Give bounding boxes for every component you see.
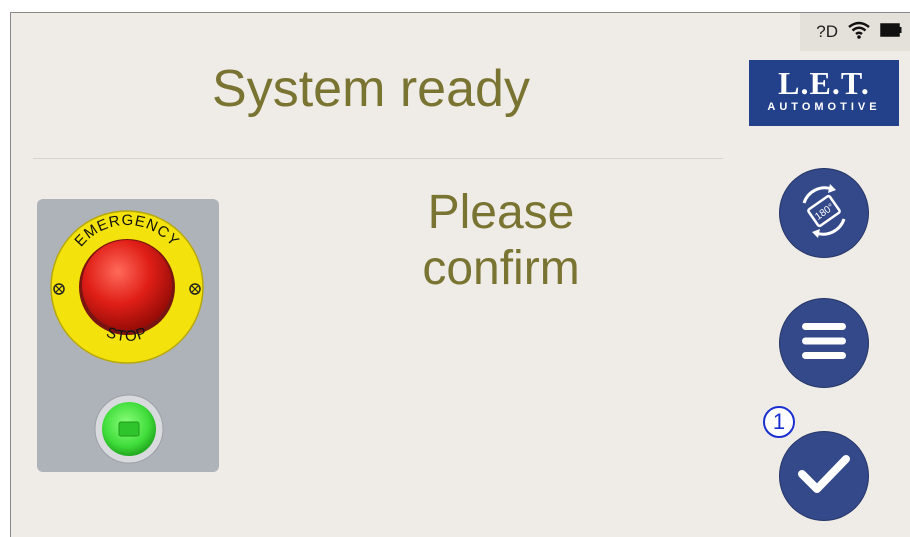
rotate-180-icon: 180°	[794, 181, 854, 246]
logo-brand-text: L.E.T.	[778, 65, 870, 101]
hardware-panel-image: EMERGENCY STOP	[37, 199, 219, 472]
message-line-2: confirm	[422, 242, 580, 295]
wifi-icon	[848, 21, 870, 44]
page-title: System ready	[212, 60, 530, 118]
logo-sub-text: AUTOMOTIVE	[767, 101, 881, 113]
status-bar: ?D	[800, 13, 910, 51]
message-line-1: Please	[427, 186, 575, 239]
menu-button[interactable]	[779, 298, 869, 388]
device-screen: ?D System ready L.E.T. AUTOMOTIVE Please…	[10, 12, 910, 537]
green-start-button-icon	[93, 393, 165, 470]
brand-logo: L.E.T. AUTOMOTIVE	[749, 60, 899, 126]
checkmark-icon	[796, 450, 852, 503]
confirm-message: Please confirm	[341, 185, 661, 297]
signal-indicator: ?D	[816, 22, 838, 41]
rotate-180-button[interactable]: 180°	[779, 168, 869, 258]
confirm-button[interactable]	[779, 431, 869, 521]
confirm-step-badge: 1	[763, 406, 795, 438]
menu-icon	[798, 319, 850, 368]
battery-icon	[880, 22, 902, 42]
emergency-stop-icon: EMERGENCY STOP	[49, 207, 205, 372]
header-divider	[33, 158, 723, 159]
